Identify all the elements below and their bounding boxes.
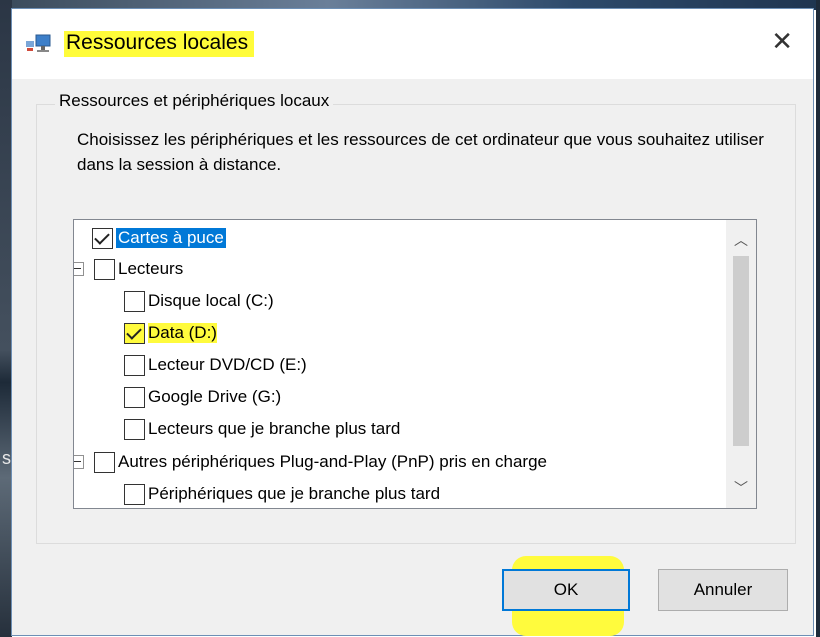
scrollbar-thumb[interactable] (733, 256, 749, 446)
tree-item-later-devices[interactable]: Périphériques que je branche plus tard (124, 480, 440, 508)
checkbox-later-drives[interactable] (124, 418, 145, 440)
desktop-background-right (816, 0, 820, 637)
chevron-down-icon[interactable]: ﹀ (726, 472, 756, 504)
tree-item-later-drives[interactable]: Lecteurs que je branche plus tard (124, 415, 400, 443)
tree-item-smart-cards[interactable]: Cartes à puce (92, 224, 226, 252)
collapse-icon[interactable] (74, 262, 84, 276)
tree-scrollbar[interactable]: ︿ ﹀ (726, 220, 756, 508)
checkbox-pnp-devices[interactable] (94, 451, 115, 473)
local-resources-dialog: Ressources locales ✕ Ressources et périp… (11, 8, 814, 636)
group-description: Choisissez les périphériques et les ress… (77, 130, 764, 174)
cancel-button[interactable]: Annuler (658, 569, 788, 611)
checkbox-drive-d[interactable] (124, 322, 145, 344)
dialog-title: Ressources locales (64, 31, 255, 57)
remote-desktop-icon (26, 34, 51, 52)
tree-item-label: Lecteur DVD/CD (E:) (148, 355, 307, 374)
tree-item-drive-d[interactable]: Data (D:) (124, 319, 217, 347)
tree-item-label: Data (D:) (148, 323, 217, 343)
title-bar: Ressources locales ✕ (12, 9, 813, 79)
tree-item-label: Périphériques que je branche plus tard (148, 484, 441, 503)
desktop-background-glyph: s (2, 448, 11, 468)
checkbox-smart-cards[interactable] (92, 227, 113, 249)
tree-item-drive-g[interactable]: Google Drive (G:) (124, 383, 281, 411)
close-icon[interactable]: ✕ (771, 28, 793, 54)
tree-item-drive-c[interactable]: Disque local (C:) (124, 287, 274, 315)
checkbox-drive-g[interactable] (124, 386, 145, 408)
tree-item-label: Lecteurs que je branche plus tard (148, 419, 401, 438)
tree-item-drives[interactable]: Lecteurs (74, 255, 184, 283)
checkbox-drive-c[interactable] (124, 290, 145, 312)
group-legend: Ressources et périphériques locaux (55, 91, 334, 111)
tree-item-label: Autres périphériques Plug-and-Play (PnP)… (118, 452, 548, 471)
checkbox-drive-e[interactable] (124, 354, 145, 376)
ok-button[interactable]: OK (502, 569, 630, 611)
tree-item-label: Disque local (C:) (148, 291, 274, 310)
tree-item-label: Cartes à puce (116, 228, 226, 248)
local-resources-group: Ressources et périphériques locaux Chois… (36, 91, 796, 544)
tree-item-drive-e[interactable]: Lecteur DVD/CD (E:) (124, 351, 307, 379)
tree-item-pnp-devices[interactable]: Autres périphériques Plug-and-Play (PnP)… (74, 448, 548, 476)
tree-item-label: Google Drive (G:) (148, 387, 282, 406)
resources-tree[interactable]: Cartes à puce Lecteurs Disque local (C:)… (73, 219, 757, 509)
checkbox-drives[interactable] (94, 258, 115, 280)
tree-item-label: Lecteurs (118, 259, 184, 278)
collapse-icon[interactable] (74, 455, 84, 469)
checkbox-later-devices[interactable] (124, 483, 145, 505)
chevron-up-icon[interactable]: ︿ (726, 224, 756, 256)
